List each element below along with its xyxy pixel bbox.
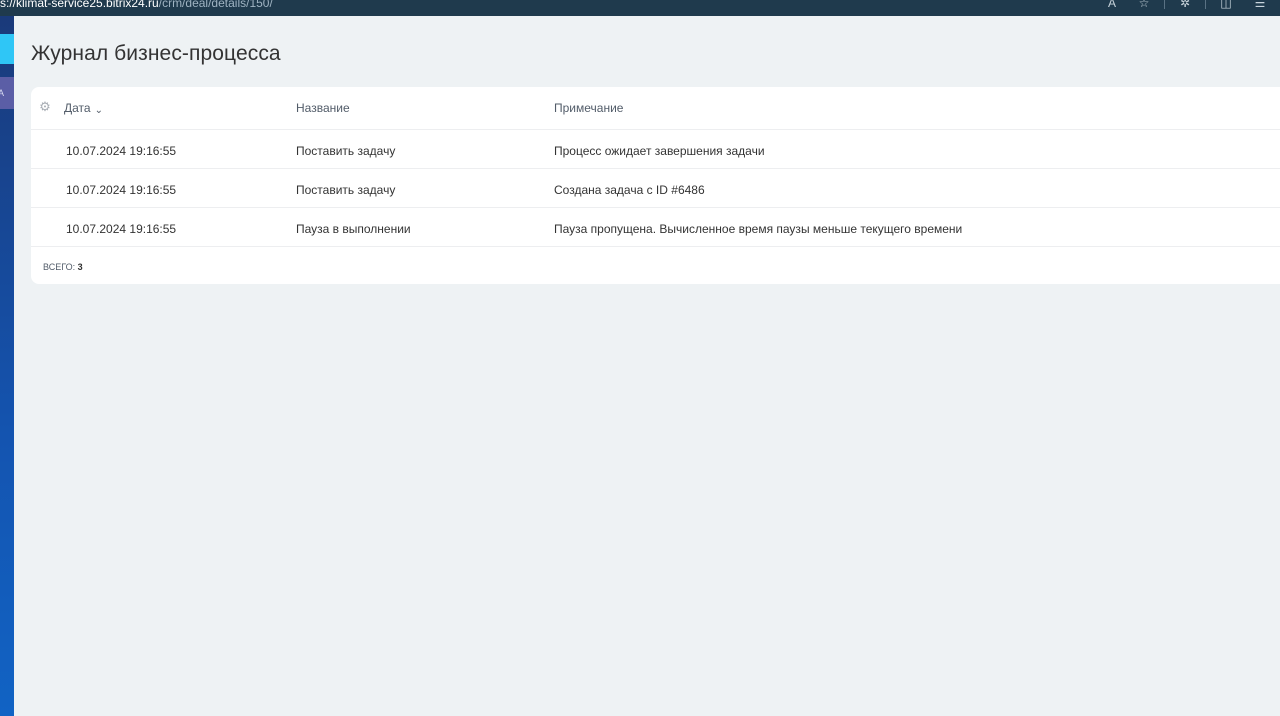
total-value: 3 — [77, 262, 83, 272]
total-count: ВСЕГО: 3 — [43, 262, 83, 272]
browser-toolbar: A ☆ ✲ ◫ ☰ — [1104, 0, 1280, 11]
favorite-star-icon[interactable]: ☆ — [1136, 0, 1152, 11]
grid-header: ⚙ Дата ⌄ Название Примечание — [31, 87, 1280, 130]
row-date: 10.07.2024 19:16:55 — [66, 144, 177, 158]
url-host: klimat-service25.bitrix24.ru — [16, 0, 159, 10]
table-row: 10.07.2024 19:16:55 Поставить задачу Про… — [31, 130, 1280, 169]
sidebar-item-avatar[interactable]: А — [0, 77, 14, 109]
main-content: Журнал бизнес-процесса ⚙ Дата ⌄ Название … — [14, 16, 1280, 716]
url-path: /crm/deal/details/150/ — [158, 0, 273, 10]
url-prefix: s:// — [0, 0, 17, 10]
column-name-header[interactable]: Название — [296, 101, 350, 115]
browser-address-bar: s://klimat-service25.bitrix24.ru/crm/dea… — [0, 0, 1280, 16]
left-sidebar-strip: А — [0, 16, 14, 716]
favorites-list-icon[interactable]: ☰ — [1252, 0, 1268, 11]
column-note-header[interactable]: Примечание — [554, 101, 623, 115]
row-note: Создана задача с ID #6486 — [554, 183, 705, 197]
extensions-icon[interactable]: ✲ — [1177, 0, 1193, 11]
row-name: Пауза в выполнении — [296, 222, 411, 236]
toolbar-divider — [1205, 0, 1206, 9]
table-row: 10.07.2024 19:16:55 Пауза в выполнении П… — [31, 208, 1280, 247]
row-name: Поставить задачу — [296, 144, 396, 158]
read-aloud-icon[interactable]: A — [1104, 0, 1120, 11]
row-note: Пауза пропущена. Вычисленное время паузы… — [554, 222, 963, 236]
chevron-down-icon: ⌄ — [94, 105, 103, 116]
sidebar-active-item[interactable] — [0, 34, 14, 64]
table-row: 10.07.2024 19:16:55 Поставить задачу Соз… — [31, 169, 1280, 208]
split-screen-icon[interactable]: ◫ — [1218, 0, 1234, 11]
page-title: Журнал бизнес-процесса — [31, 42, 281, 65]
row-name: Поставить задачу — [296, 183, 396, 197]
total-label: ВСЕГО: — [43, 262, 76, 272]
log-grid: ⚙ Дата ⌄ Название Примечание 10.07.2024 1… — [31, 87, 1280, 284]
column-date-header[interactable]: Дата ⌄ — [64, 101, 103, 116]
toolbar-divider — [1164, 0, 1165, 9]
row-date: 10.07.2024 19:16:55 — [66, 183, 177, 197]
gear-icon[interactable]: ⚙ — [38, 100, 52, 114]
url-field[interactable]: s://klimat-service25.bitrix24.ru/crm/dea… — [0, 0, 273, 11]
row-note: Процесс ожидает завершения задачи — [554, 144, 765, 158]
column-date-label: Дата — [64, 101, 91, 115]
row-date: 10.07.2024 19:16:55 — [66, 222, 177, 236]
